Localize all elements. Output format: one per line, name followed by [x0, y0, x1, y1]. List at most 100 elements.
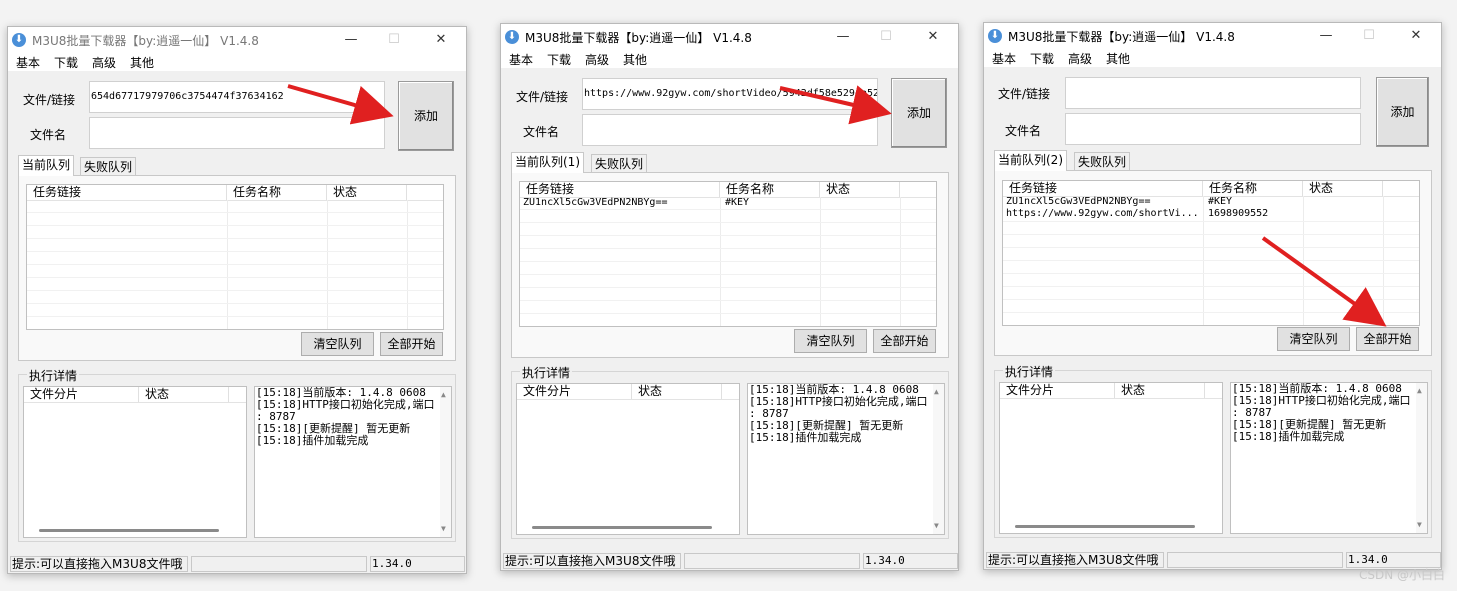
col-part-status[interactable]: 状态	[139, 387, 229, 402]
tab-current-queue[interactable]: 当前队列	[18, 155, 75, 176]
details-title: 执行详情	[520, 364, 573, 381]
filename-input[interactable]	[1065, 113, 1361, 145]
menu-other[interactable]: 其他	[1106, 50, 1130, 67]
col-file-part[interactable]: 文件分片	[24, 387, 139, 402]
log-output: [15:18]当前版本: 1.4.8 0608 [15:18]HTTP接口初始化…	[1230, 382, 1428, 534]
col-status[interactable]: 状态	[327, 185, 407, 200]
details-group: 执行详情 文件分片 状态 [15:18]当前版本: 1.4.8 0608 [15…	[18, 367, 456, 542]
col-file-part[interactable]: 文件分片	[517, 384, 632, 399]
link-input[interactable]: https://www.92gyw.com/shortVideo/5942df5…	[582, 78, 878, 110]
row-task-name[interactable]: #KEY	[1208, 196, 1300, 208]
row-task-link[interactable]: https://www.92gyw.com/shortVi...	[1006, 208, 1201, 220]
menu-download[interactable]: 下载	[54, 54, 78, 71]
horizontal-scrollbar[interactable]	[1015, 525, 1195, 528]
col-task-link[interactable]: 任务链接	[1003, 181, 1203, 196]
vertical-scrollbar[interactable]: ▲ ▼	[440, 387, 451, 537]
menu-bar: 基本 下载 高级 其他	[501, 50, 958, 68]
menu-basic[interactable]: 基本	[992, 50, 1016, 67]
task-list-header: 任务链接 任务名称 状态	[520, 182, 936, 198]
log-line: [15:18]插件加载完成	[256, 434, 369, 447]
add-button[interactable]: 添加	[891, 78, 947, 148]
filename-input[interactable]	[89, 117, 385, 149]
vertical-scrollbar[interactable]: ▲ ▼	[933, 384, 944, 534]
link-label: 文件/链接	[998, 87, 1051, 101]
col-task-name[interactable]: 任务名称	[1203, 181, 1303, 196]
maximize-icon[interactable]: ☐	[1354, 25, 1384, 47]
title-bar[interactable]: ⬇ M3U8批量下载器【by:逍遥一仙】 V1.4.8 — ☐ ✕	[501, 24, 958, 50]
start-all-button[interactable]: 全部开始	[380, 332, 443, 356]
col-part-status[interactable]: 状态	[1115, 383, 1205, 398]
tab-current-queue[interactable]: 当前队列(2)	[994, 150, 1067, 171]
row-task-name[interactable]: 1698909552	[1208, 208, 1300, 220]
col-task-link[interactable]: 任务链接	[27, 185, 227, 200]
status-hint: 提示:可以直接拖入M3U8文件哦	[10, 556, 188, 572]
task-list[interactable]: 任务链接 任务名称 状态 ZU1ncXl5cGw3VEdPN2NBYg== #K…	[1002, 180, 1420, 326]
status-middle	[684, 553, 860, 569]
clear-queue-button[interactable]: 清空队列	[301, 332, 374, 356]
status-version: 1.34.0	[370, 556, 465, 572]
segment-list[interactable]: 文件分片 状态	[516, 383, 740, 535]
menu-advanced[interactable]: 高级	[585, 51, 609, 68]
window-title: M3U8批量下载器【by:逍遥一仙】 V1.4.8	[525, 31, 752, 45]
close-icon[interactable]: ✕	[918, 26, 948, 48]
menu-basic[interactable]: 基本	[509, 51, 533, 68]
col-task-name[interactable]: 任务名称	[720, 182, 820, 197]
col-status[interactable]: 状态	[1303, 181, 1383, 196]
link-input[interactable]: 654d67717979706c3754474f37634162	[89, 81, 385, 113]
segment-list-header: 文件分片 状态	[24, 387, 246, 403]
col-task-link[interactable]: 任务链接	[520, 182, 720, 197]
horizontal-scrollbar[interactable]	[532, 526, 712, 529]
menu-basic[interactable]: 基本	[16, 54, 40, 71]
menu-download[interactable]: 下载	[1030, 50, 1054, 67]
clear-queue-button[interactable]: 清空队列	[794, 329, 867, 353]
details-group: 执行详情 文件分片 状态 [15:18]当前版本: 1.4.8 0608 [15…	[511, 364, 949, 539]
vertical-scrollbar[interactable]: ▲ ▼	[1416, 383, 1427, 533]
scroll-down-icon[interactable]: ▼	[934, 520, 939, 532]
menu-other[interactable]: 其他	[623, 51, 647, 68]
maximize-icon[interactable]: ☐	[871, 26, 901, 48]
minimize-icon[interactable]: —	[336, 29, 366, 51]
scroll-up-icon[interactable]: ▲	[441, 389, 446, 401]
close-icon[interactable]: ✕	[426, 29, 456, 51]
tab-failed-queue[interactable]: 失败队列	[591, 154, 648, 173]
add-button[interactable]: 添加	[1376, 77, 1429, 147]
title-bar[interactable]: ⬇ M3U8批量下载器【by:逍遥一仙】 V1.4.8 — ☐ ✕	[8, 27, 466, 53]
downloader-window-1: ⬇ M3U8批量下载器【by:逍遥一仙】 V1.4.8 — ☐ ✕ 基本 下载 …	[7, 26, 467, 574]
horizontal-scrollbar[interactable]	[39, 529, 219, 532]
col-task-name[interactable]: 任务名称	[227, 185, 327, 200]
filename-input[interactable]	[582, 114, 878, 146]
log-line: [15:18]插件加载完成	[749, 431, 862, 444]
task-list[interactable]: 任务链接 任务名称 状态 ZU1ncXl5cGw3VEdPN2NBYg== #K…	[519, 181, 937, 327]
minimize-icon[interactable]: —	[828, 26, 858, 48]
scroll-down-icon[interactable]: ▼	[1417, 519, 1422, 531]
scroll-up-icon[interactable]: ▲	[1417, 385, 1422, 397]
tab-failed-queue[interactable]: 失败队列	[1074, 152, 1131, 171]
col-part-status[interactable]: 状态	[632, 384, 722, 399]
task-list-header: 任务链接 任务名称 状态	[27, 185, 443, 201]
clear-queue-button[interactable]: 清空队列	[1277, 327, 1350, 351]
maximize-icon[interactable]: ☐	[379, 29, 409, 51]
link-input[interactable]	[1065, 77, 1361, 109]
start-all-button[interactable]: 全部开始	[873, 329, 936, 353]
add-button[interactable]: 添加	[398, 81, 454, 151]
tab-current-queue[interactable]: 当前队列(1)	[511, 152, 584, 173]
col-status[interactable]: 状态	[820, 182, 900, 197]
task-list[interactable]: 任务链接 任务名称 状态	[26, 184, 444, 330]
start-all-button[interactable]: 全部开始	[1356, 327, 1419, 351]
title-bar[interactable]: ⬇ M3U8批量下载器【by:逍遥一仙】 V1.4.8 — ☐ ✕	[984, 23, 1441, 49]
menu-advanced[interactable]: 高级	[1068, 50, 1092, 67]
minimize-icon[interactable]: —	[1311, 25, 1341, 47]
row-task-name[interactable]: #KEY	[725, 197, 817, 209]
menu-other[interactable]: 其他	[130, 54, 154, 71]
tab-failed-queue[interactable]: 失败队列	[80, 157, 137, 176]
menu-advanced[interactable]: 高级	[92, 54, 116, 71]
menu-download[interactable]: 下载	[547, 51, 571, 68]
row-task-link[interactable]: ZU1ncXl5cGw3VEdPN2NBYg==	[523, 197, 718, 209]
row-task-link[interactable]: ZU1ncXl5cGw3VEdPN2NBYg==	[1006, 196, 1201, 208]
segment-list[interactable]: 文件分片 状态	[999, 382, 1223, 534]
col-file-part[interactable]: 文件分片	[1000, 383, 1115, 398]
scroll-up-icon[interactable]: ▲	[934, 386, 939, 398]
close-icon[interactable]: ✕	[1401, 25, 1431, 47]
segment-list[interactable]: 文件分片 状态	[23, 386, 247, 538]
scroll-down-icon[interactable]: ▼	[441, 523, 446, 535]
